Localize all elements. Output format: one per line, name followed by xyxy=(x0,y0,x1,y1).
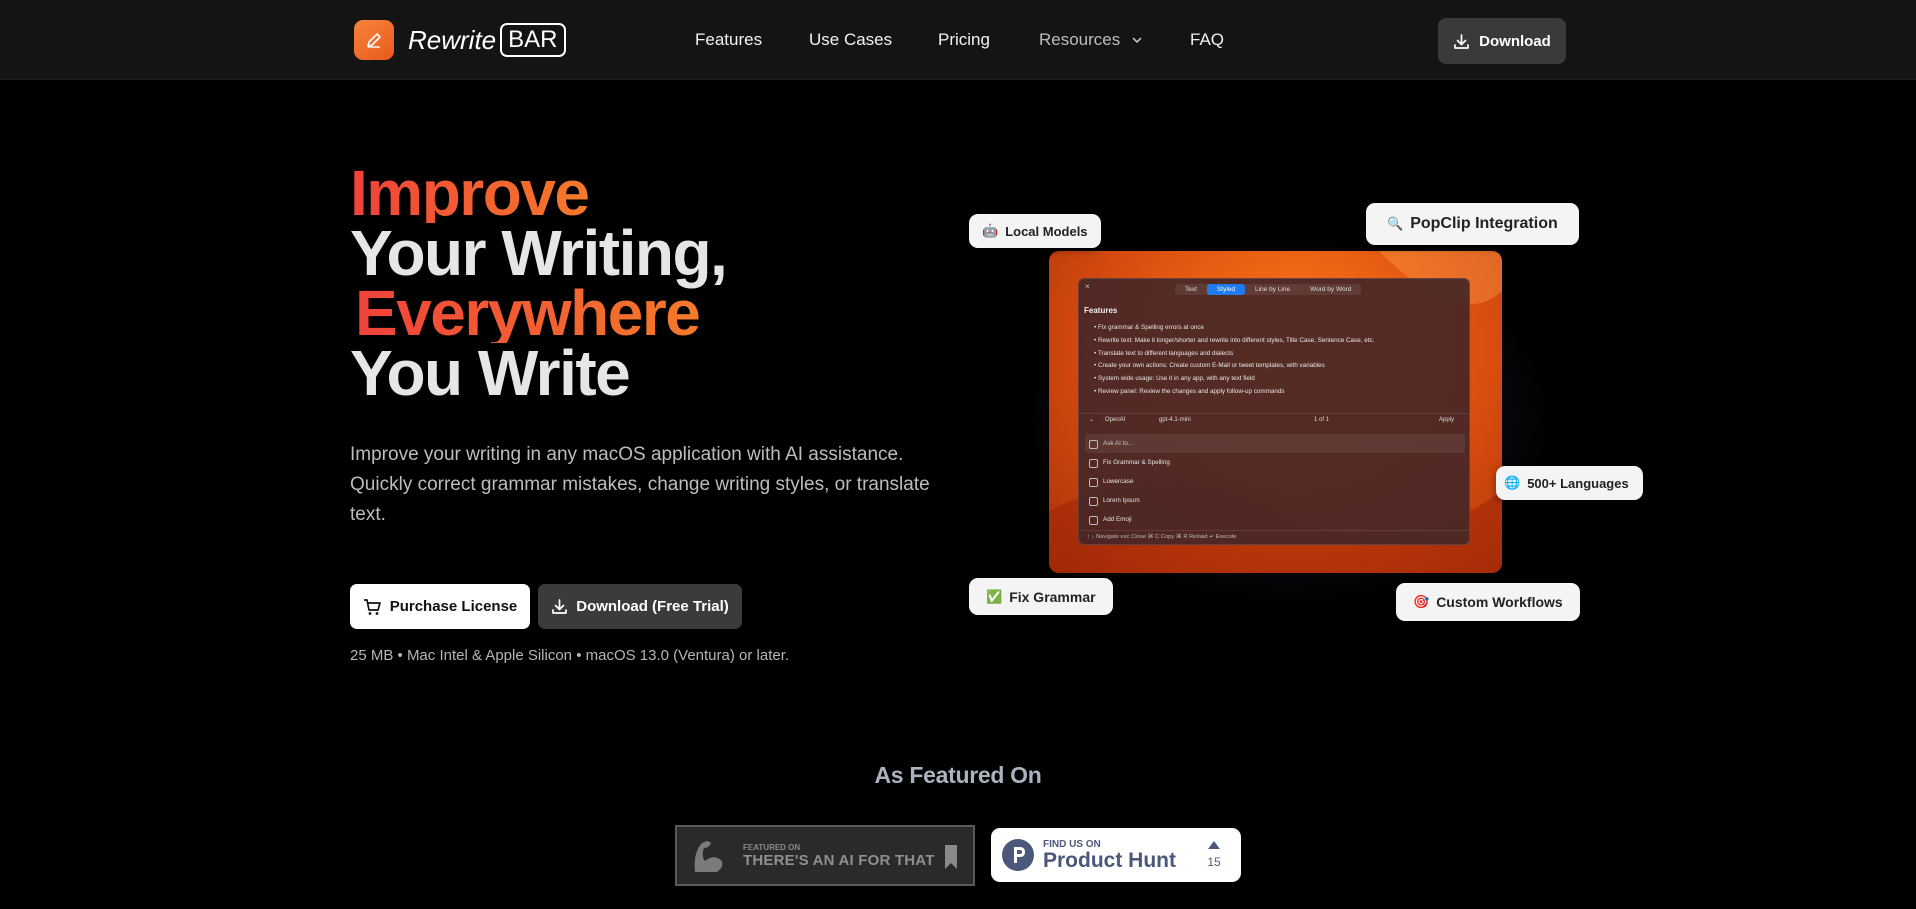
aift-badge[interactable]: FEATURED ON THERE'S AN AI FOR THAT xyxy=(675,825,975,886)
tab-line-by-line[interactable]: Line by Line xyxy=(1245,284,1300,295)
aift-big-label: THERE'S AN AI FOR THAT xyxy=(743,851,935,869)
nav-download-button[interactable]: Download xyxy=(1438,18,1566,64)
download-trial-button[interactable]: Download (Free Trial) xyxy=(538,584,742,629)
brand-box: BAR xyxy=(500,23,566,57)
chip-popclip-label: PopClip Integration xyxy=(1410,215,1558,232)
nav-resources-label: Resources xyxy=(1039,30,1121,49)
chip-custom-workflows: 🎯 Custom Workflows xyxy=(1396,583,1580,621)
menu-item[interactable]: Fix Grammar & Spelling xyxy=(1085,453,1465,472)
keyboard-hints: ↑ ↓ Navigate esc Close ⌘ C Copy ⌘ R Relo… xyxy=(1079,530,1469,544)
flexed-arm-icon xyxy=(694,840,723,872)
check-icon: ✅ xyxy=(986,588,1003,604)
apply-button[interactable]: Apply xyxy=(1439,417,1454,423)
product-hunt-badge[interactable]: FIND US ON Product Hunt 15 xyxy=(991,828,1241,882)
chip-local-models: 🤖 Local Models xyxy=(969,214,1101,248)
list-item: Translate text to different languages an… xyxy=(1094,348,1374,361)
chip-languages-label: 500+ Languages xyxy=(1527,475,1629,491)
nav-resources[interactable]: Resources xyxy=(1039,30,1143,50)
hero-subtitle: Improve your writing in any macOS applic… xyxy=(350,444,930,525)
purchase-license-button[interactable]: Purchase License xyxy=(350,584,530,629)
nav-download-label: Download xyxy=(1479,32,1551,50)
chip-fix-grammar: ✅ Fix Grammar xyxy=(969,578,1113,615)
feature-list: Fix grammar & Spelling errors at once Re… xyxy=(1094,322,1375,399)
upvote-arrow-icon xyxy=(1208,841,1220,849)
list-item: Create your own actions: Create custom E… xyxy=(1094,360,1374,373)
list-item: Rewrite text: Make it longer/shorter and… xyxy=(1094,335,1374,348)
hero-title-line3: Everywhere xyxy=(355,277,701,349)
ph-vote-count: 15 xyxy=(1207,837,1221,869)
chip-custom-workflows-label: Custom Workflows xyxy=(1436,594,1563,610)
nav-use-cases[interactable]: Use Cases xyxy=(809,30,892,50)
ph-votes-value: 15 xyxy=(1207,855,1221,869)
nav-features[interactable]: Features xyxy=(695,30,762,50)
preview-heading: Features xyxy=(1084,306,1118,315)
hero-title-line4: You Write xyxy=(350,337,631,409)
brand-logo[interactable]: Rewrite BAR xyxy=(354,20,566,60)
pencil-icon xyxy=(354,20,394,60)
system-requirements: 25 MB • Mac Intel & Apple Silicon • macO… xyxy=(350,647,790,664)
download-trial-label: Download (Free Trial) xyxy=(576,598,729,615)
hero-title-line1: Improve xyxy=(350,157,590,229)
target-icon: 🎯 xyxy=(1413,594,1430,609)
list-item: System wide usage: Use it in any app, wi… xyxy=(1094,373,1374,386)
ask-ai-field[interactable]: Ask AI to... xyxy=(1085,434,1465,453)
nav-pricing[interactable]: Pricing xyxy=(938,30,990,50)
chevron-down-icon: ⌄ xyxy=(1089,417,1095,423)
tab-word-by-word[interactable]: Word by Word xyxy=(1300,284,1361,295)
app-preview-window: × Text Styled Line by Line Word by Word … xyxy=(1078,278,1470,545)
tab-text[interactable]: Text xyxy=(1175,284,1207,295)
tab-styled[interactable]: Styled xyxy=(1206,284,1245,295)
brand-word: Rewrite xyxy=(408,24,497,55)
chip-local-models-label: Local Models xyxy=(1005,223,1088,239)
menu-item[interactable]: Lowercase xyxy=(1085,472,1465,491)
close-icon: × xyxy=(1085,282,1090,291)
download-icon xyxy=(552,599,568,614)
menu-item[interactable]: Lorem Ipsum xyxy=(1085,491,1465,510)
purchase-license-label: Purchase License xyxy=(389,598,518,615)
action-menu: Ask AI to... Fix Grammar & Spelling Lowe… xyxy=(1085,434,1465,529)
magnifier-icon: 🔍 xyxy=(1387,216,1404,231)
chip-fix-grammar-label: Fix Grammar xyxy=(1009,588,1096,605)
provider-select[interactable]: OpenAI xyxy=(1105,417,1125,423)
product-hunt-logo-icon xyxy=(1002,839,1034,871)
chip-popclip: 🔍 PopClip Integration xyxy=(1366,203,1579,245)
chip-languages: 🌐 500+ Languages xyxy=(1496,466,1643,500)
top-nav: Rewrite BAR Features Use Cases Pricing R… xyxy=(0,0,1916,80)
list-item: Fix grammar & Spelling errors at once xyxy=(1094,322,1374,335)
model-select[interactable]: gpt-4.1-mini xyxy=(1159,417,1191,423)
cart-icon xyxy=(363,598,381,615)
result-counter: 1 of 1 xyxy=(1314,417,1330,423)
ph-small-label: FIND US ON xyxy=(1043,838,1101,850)
ph-big-label: Product Hunt xyxy=(1043,848,1176,872)
bookmark-icon xyxy=(945,845,957,869)
hero-title-line2: Your Writing, xyxy=(350,217,728,289)
nav-faq[interactable]: FAQ xyxy=(1190,30,1224,50)
view-mode-tabs: Text Styled Line by Line Word by Word xyxy=(1175,284,1362,295)
list-item: Review panel: Review the changes and app… xyxy=(1094,386,1374,399)
menu-item[interactable]: Add Emoji xyxy=(1085,510,1465,529)
featured-on-heading: As Featured On xyxy=(874,762,1042,788)
globe-icon: 🌐 xyxy=(1504,475,1521,490)
robot-icon: 🤖 xyxy=(982,223,999,238)
model-toolbar: ⌄ OpenAI gpt-4.1-mini 1 of 1 Apply xyxy=(1079,413,1469,427)
chevron-down-icon xyxy=(1132,37,1142,44)
download-icon xyxy=(1454,33,1470,49)
aift-small-label: FEATURED ON xyxy=(743,842,801,852)
